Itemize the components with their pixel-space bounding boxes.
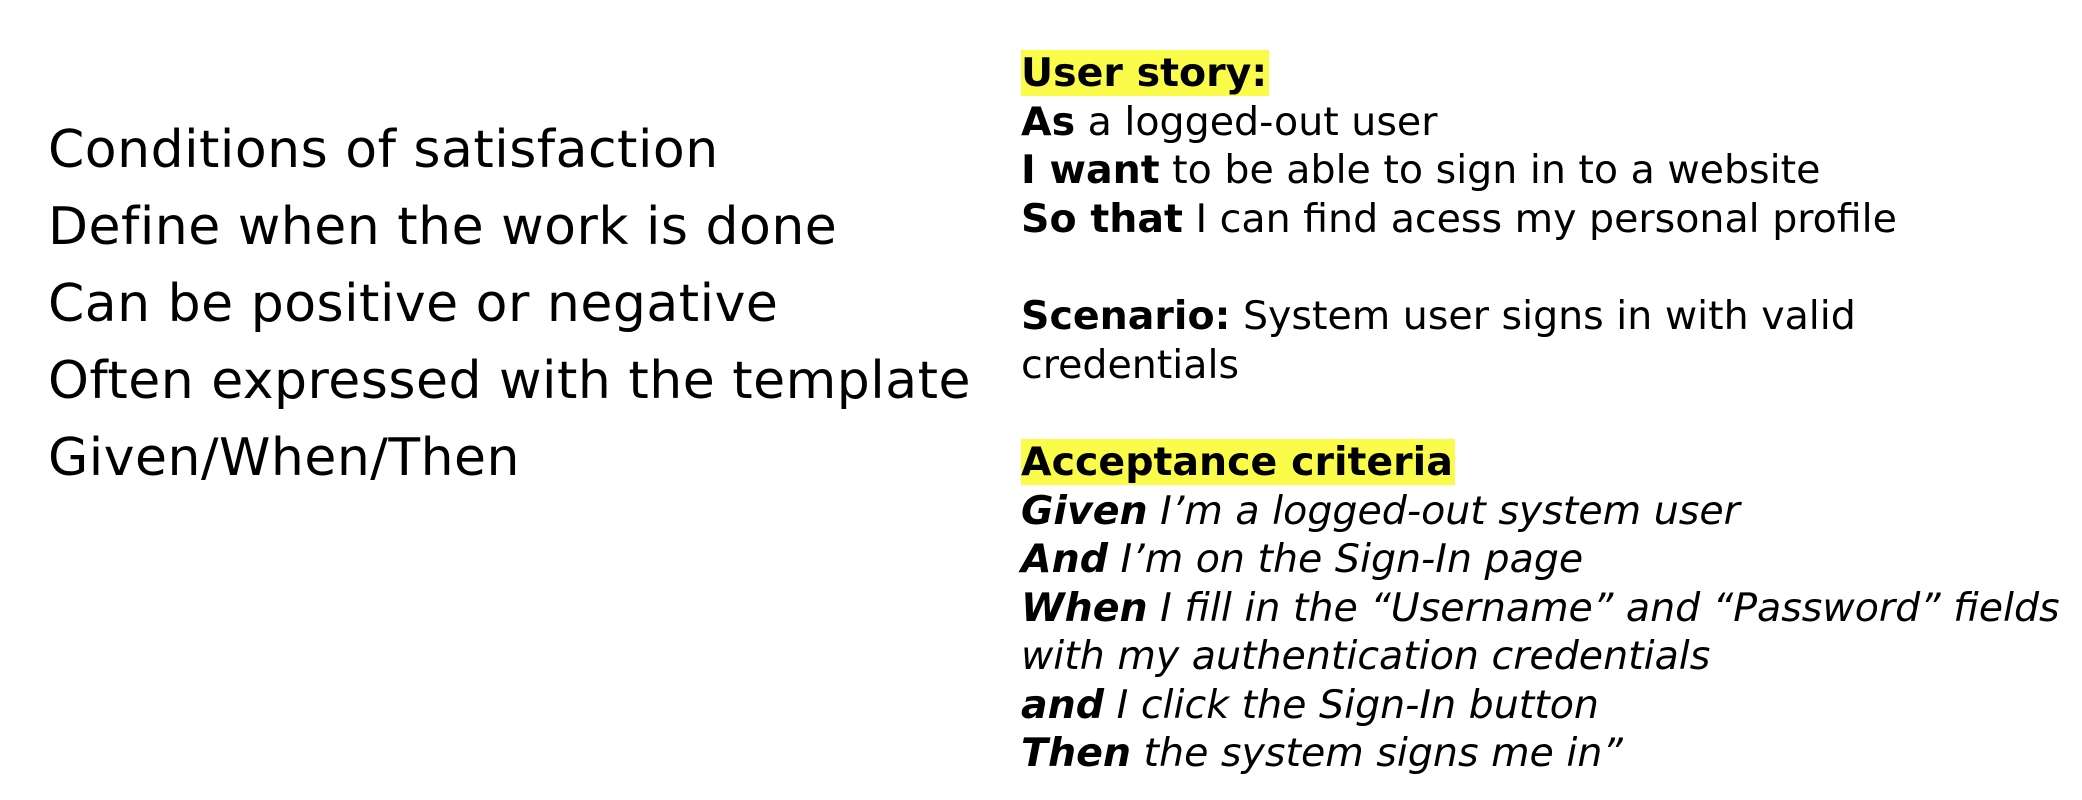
scenario-line-continued: credentials — [1021, 341, 2071, 390]
list-item: Can be positive or negative — [48, 274, 779, 334]
story-text: I can find acess my personal profile — [1182, 195, 1897, 242]
user-story-heading-line: User story: — [1021, 49, 2071, 98]
scenario-text: System user signs in with valid — [1230, 293, 1856, 339]
list-item: Define when the work is done — [48, 197, 838, 257]
acceptance-keyword: When — [1021, 584, 1148, 631]
acceptance-line: Then the system signs me in” — [1021, 729, 2071, 778]
acceptance-line: and I click the Sign-In button — [1021, 681, 2071, 730]
acceptance-keyword: Given — [1021, 487, 1148, 534]
user-story-panel: User story: As a logged-out user I want … — [1021, 49, 2071, 778]
list-item: Conditions of satisfaction — [48, 120, 719, 180]
acceptance-text: I click the Sign-In button — [1104, 681, 1599, 728]
user-story-line: As a logged-out user — [1021, 98, 2071, 147]
acceptance-keyword: and — [1021, 681, 1105, 728]
user-story-heading: User story: — [1021, 50, 1270, 96]
acceptance-keyword: Then — [1021, 730, 1131, 776]
acceptance-text: I’m a logged-out system user — [1147, 487, 1740, 534]
acceptance-line: with my authentication credentials — [1021, 632, 2071, 681]
acceptance-text: I’m on the Sign-In page — [1107, 536, 1584, 582]
conditions-list: Conditions of satisfaction Define when t… — [48, 112, 971, 497]
story-text: a logged-out user — [1075, 98, 1438, 145]
acceptance-line: When I fill in the “Username” and “Passw… — [1021, 584, 2071, 633]
acceptance-text: I fill in the “Username” and “Password” … — [1147, 584, 2060, 631]
scenario-keyword: Scenario: — [1021, 293, 1231, 339]
story-text: to be able to sign in to a website — [1159, 147, 1821, 193]
story-keyword: So that — [1021, 195, 1183, 242]
acceptance-heading-line: Acceptance criteria — [1021, 438, 2071, 487]
acceptance-line: And I’m on the Sign-In page — [1021, 535, 2071, 584]
list-item: Given/When/Then — [48, 428, 520, 488]
user-story-line: So that I can find acess my personal pro… — [1021, 195, 2071, 244]
scenario-text-cont: credentials — [1021, 341, 1240, 388]
acceptance-keyword: And — [1021, 536, 1108, 582]
story-keyword: I want — [1021, 147, 1160, 193]
list-item: Often expressed with the template — [48, 351, 971, 411]
story-keyword: As — [1021, 98, 1076, 145]
acceptance-text: with my authentication credentials — [1021, 633, 1711, 679]
acceptance-line: Given I’m a logged-out system user — [1021, 487, 2071, 536]
user-story-line: I want to be able to sign in to a websit… — [1021, 146, 2071, 195]
scenario-line: Scenario: System user signs in with vali… — [1021, 292, 2071, 341]
acceptance-text: the system signs me in” — [1130, 730, 1623, 776]
acceptance-heading: Acceptance criteria — [1021, 439, 1455, 485]
